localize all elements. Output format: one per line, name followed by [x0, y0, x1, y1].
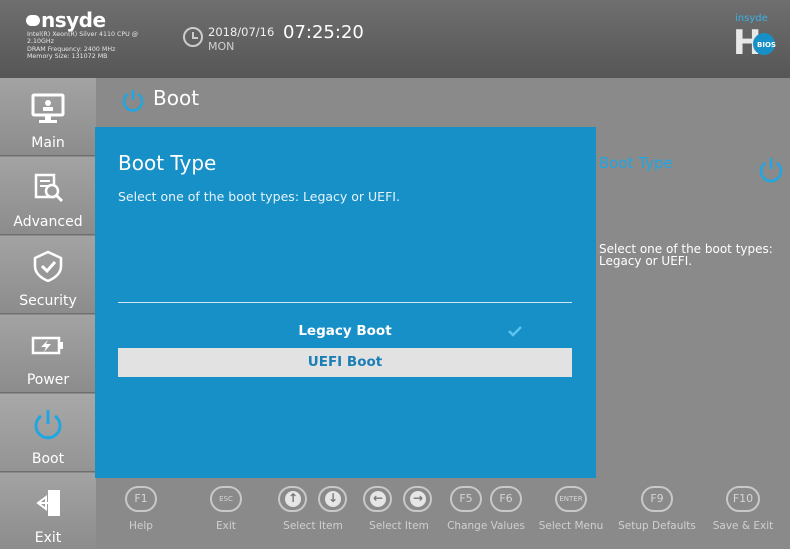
sidebar-item-label: Advanced: [13, 214, 83, 230]
sidebar-item-label: Exit: [34, 530, 62, 546]
help-title: Boot Type: [599, 154, 673, 172]
clock-icon: [183, 27, 203, 47]
option-uefi-boot[interactable]: UEFI Boot: [118, 348, 572, 377]
footer-bar: [96, 478, 790, 549]
f10-caption: Save & Exit: [712, 520, 774, 532]
insyde-logo: nsyde: [26, 8, 106, 32]
checkmark-icon: [508, 326, 522, 337]
sidebar-item-label: Power: [26, 372, 70, 388]
battery-icon: [31, 336, 63, 355]
option-legacy-boot[interactable]: Legacy Boot: [118, 317, 572, 346]
f1-caption: Help: [129, 520, 153, 532]
enter-caption: Select Menu: [538, 520, 604, 532]
updown-caption: Select Item: [283, 520, 343, 532]
sidebar-item-label: Security: [19, 293, 77, 309]
change-values-caption: Change Values: [447, 520, 525, 532]
sidebar-item-label: Boot: [31, 451, 65, 467]
left-arrow-icon: ←: [372, 491, 384, 505]
shield-icon: [33, 250, 63, 282]
right-arrow-icon: →: [412, 491, 424, 505]
dram-frequency: DRAM Frequency: 2400 MHz: [27, 45, 116, 53]
sidebar-item-advanced[interactable]: Advanced: [0, 157, 96, 235]
header-bar: nsyde Intel(R) Xeon(R) Silver 4110 CPU @…: [0, 0, 790, 78]
badge-bios-text: BIOS: [757, 41, 776, 49]
chip-magnifier-icon: [34, 173, 64, 203]
divider: [118, 302, 572, 303]
time-display: 07:25:20: [283, 22, 364, 43]
help-text: Select one of the boot types: Legacy or …: [599, 242, 773, 268]
memory-size: Memory Size: 131072 MB: [27, 52, 108, 60]
cpu-info: Intel(R) Xeon(R) Silver 4110 CPU @: [27, 31, 139, 38]
sidebar-item-security[interactable]: Security: [0, 236, 96, 314]
up-arrow-key[interactable]: ↑: [278, 486, 307, 512]
esc-key[interactable]: ESC: [210, 486, 242, 512]
up-arrow-icon: ↑: [287, 491, 299, 505]
sidebar-item-label: Main: [31, 135, 65, 151]
f5-key[interactable]: F5: [450, 486, 482, 512]
dialog-title: Boot Type: [118, 151, 217, 175]
right-arrow-key[interactable]: →: [403, 486, 432, 512]
down-arrow-icon: ↓: [327, 491, 339, 505]
monitor-icon: [31, 93, 65, 123]
exit-door-icon: [36, 490, 60, 516]
leftright-caption: Select Item: [369, 520, 429, 532]
f10-key[interactable]: F10: [726, 486, 760, 512]
left-arrow-key[interactable]: ←: [363, 486, 392, 512]
date-display: 2018/07/16: [208, 25, 275, 39]
f6-key[interactable]: F6: [490, 486, 522, 512]
enter-key[interactable]: ENTER: [555, 486, 587, 512]
power-icon: [34, 410, 62, 440]
sidebar-nav: Main Advanced Security Power Boot Exit: [0, 78, 96, 549]
f1-key[interactable]: F1: [125, 486, 157, 512]
power-icon: [122, 90, 144, 112]
f9-key[interactable]: F9: [641, 486, 673, 512]
down-arrow-key[interactable]: ↓: [318, 486, 347, 512]
boot-type-dialog: Boot Type Select one of the boot types: …: [95, 127, 596, 478]
sidebar-item-boot[interactable]: Boot: [0, 394, 96, 472]
weekday-display: MON: [208, 40, 235, 53]
sidebar-item-power[interactable]: Power: [0, 315, 96, 393]
esc-caption: Exit: [216, 520, 236, 532]
sidebar-item-exit[interactable]: Exit: [0, 473, 96, 549]
page-title: Boot: [153, 86, 200, 110]
dialog-description: Select one of the boot types: Legacy or …: [118, 189, 400, 204]
cpu-freq: 2.10GHz: [27, 38, 54, 46]
power-icon: [759, 158, 783, 183]
sidebar-item-main[interactable]: Main: [0, 78, 96, 156]
h2o-bios-logo: insyde H BIOS: [733, 13, 776, 62]
f9-caption: Setup Defaults: [618, 520, 696, 532]
system-info: Intel(R) Xeon(R) Silver 4110 CPU @ 2.10G…: [27, 31, 138, 60]
